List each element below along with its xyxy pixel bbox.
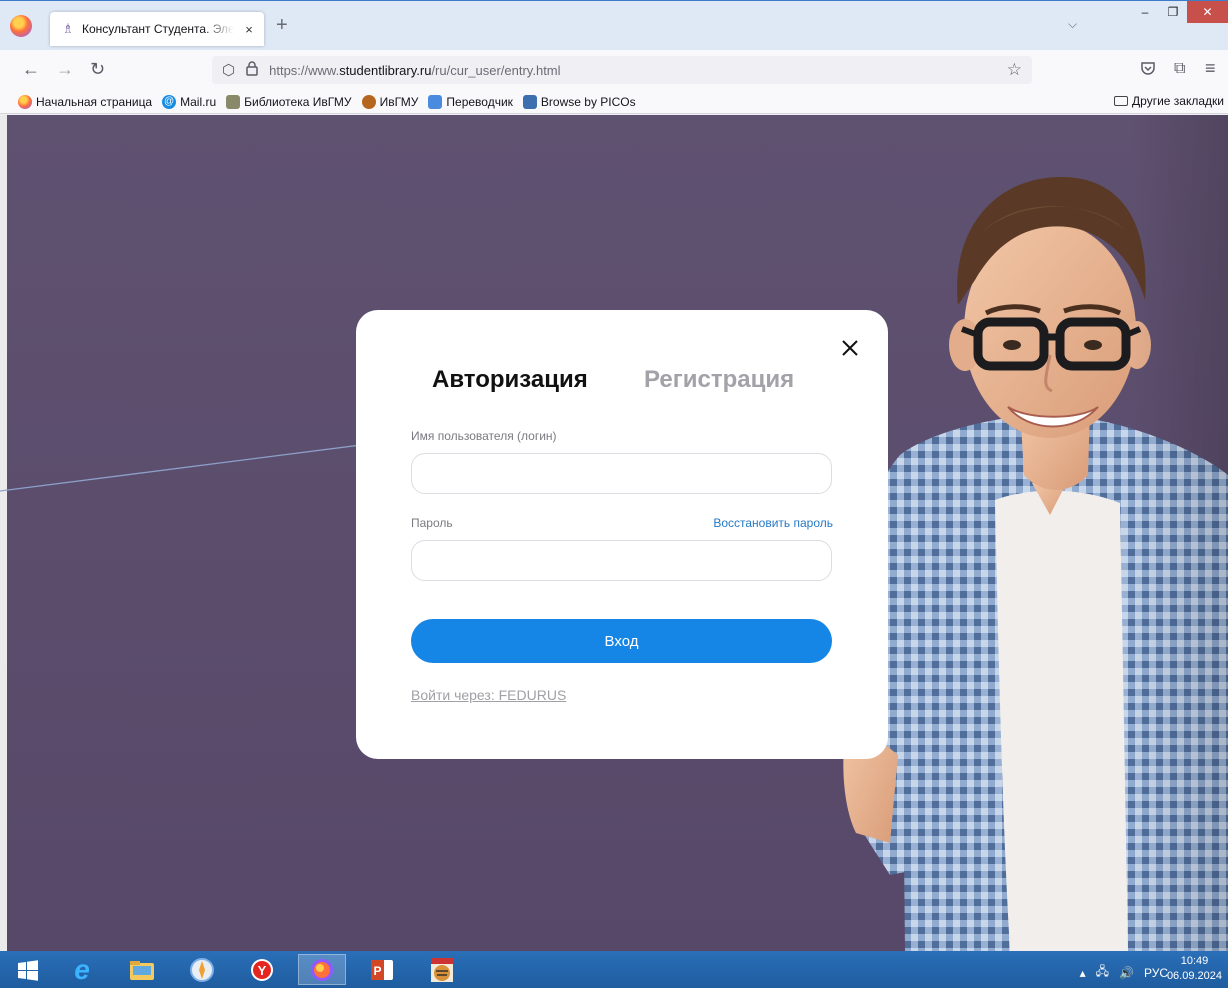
tab-authorization[interactable]: Авторизация (432, 366, 588, 394)
login-input[interactable] (411, 453, 832, 494)
ivgmu-icon (361, 94, 376, 109)
back-arrow-icon[interactable]: ← (22, 59, 40, 79)
site-favicon-icon: ♗ (62, 21, 74, 36)
internet-explorer-icon[interactable]: e (58, 954, 106, 985)
compass-app-icon[interactable] (178, 954, 226, 985)
window-maximize-button[interactable]: ❐ (1160, 1, 1186, 23)
forward-arrow-icon[interactable]: → (56, 59, 74, 79)
reload-icon[interactable]: ↻ (90, 59, 105, 79)
picos-icon (522, 94, 537, 109)
bookmark-translator[interactable]: Переводчик (428, 94, 513, 109)
yandex-browser-icon[interactable]: Y (238, 954, 286, 985)
window-minimize-button[interactable]: – (1131, 1, 1159, 23)
powerpoint-icon[interactable]: P (358, 954, 406, 985)
password-label: Пароль (411, 516, 453, 530)
bookmarks-toolbar: Начальная страница @ Mail.ru Библиотека … (0, 90, 1228, 114)
bookmark-ivgmu[interactable]: ИвГМУ (361, 94, 419, 109)
tab-registration[interactable]: Регистрация (644, 366, 794, 394)
network-icon[interactable]: 🖧 (1096, 962, 1109, 983)
lock-icon[interactable] (245, 61, 259, 79)
bookmark-library-ivgmu[interactable]: Библиотека ИвГМУ (226, 94, 352, 109)
bookmark-browse-by-picos[interactable]: Browse by PICOs (522, 94, 636, 109)
url-scheme: https://www. (269, 62, 340, 78)
file-explorer-icon[interactable] (118, 954, 166, 985)
folder-icon (1114, 96, 1129, 106)
close-icon[interactable] (838, 336, 862, 360)
windows-taskbar: e Y P ▴ 🖧 🔊 РУС 10:49 06.09.2024 (0, 951, 1228, 988)
url-domain: studentlibrary.ru (339, 62, 432, 78)
extensions-puzzle-icon[interactable]: ⧉ (1174, 60, 1185, 78)
bookmark-start-page[interactable]: Начальная страница (18, 94, 153, 109)
list-all-tabs-chevron-icon[interactable]: ⌵ (1068, 17, 1077, 32)
url-path: /ru/cur_user/entry.html (431, 62, 561, 78)
other-bookmarks-label: Другие закладки (1132, 94, 1224, 108)
login-submit-button[interactable]: Вход (411, 619, 832, 663)
svg-text:P: P (373, 964, 381, 978)
bookmark-label: Библиотека ИвГМУ (244, 94, 352, 109)
clock-time: 10:49 (1180, 955, 1209, 967)
app-tiger-icon[interactable] (418, 954, 466, 985)
bookmark-label: ИвГМУ (379, 94, 419, 109)
bookmark-label: Начальная страница (36, 94, 153, 109)
firefox-icon[interactable] (10, 15, 32, 37)
password-input[interactable] (411, 540, 832, 581)
window-close-button[interactable]: ✕ (1187, 1, 1228, 23)
firefox-bookmark-icon (18, 94, 32, 109)
login-modal: Авторизация Регистрация Имя пользователя… (356, 310, 888, 759)
system-clock[interactable]: 10:49 06.09.2024 (1167, 954, 1222, 984)
bookmark-label: Browse by PICOs (540, 94, 636, 109)
svg-text:Y: Y (258, 963, 267, 978)
bookmark-mailru[interactable]: @ Mail.ru (162, 94, 217, 109)
browser-tab-active[interactable]: ♗ Консультант Студента. Электронная библ… (50, 12, 264, 46)
restore-password-link[interactable]: Восстановить пароль (713, 516, 833, 530)
input-language[interactable]: РУС (1144, 966, 1168, 980)
bookmark-label: Mail.ru (180, 94, 217, 109)
hamburger-menu-icon[interactable]: ≡ (1205, 58, 1216, 79)
browser-navbar: ← → ↻ ⬡ https://www.studentlibrary.ru/ru… (0, 50, 1228, 90)
tab-title: Консультант Студента. Электронная библио… (82, 22, 234, 36)
firefox-taskbar-icon[interactable] (298, 954, 346, 985)
page-viewport: Авторизация Регистрация Имя пользователя… (0, 115, 1228, 951)
login-label: Имя пользователя (логин) (411, 429, 557, 443)
pocket-icon[interactable] (1140, 60, 1156, 81)
fedurus-login-link[interactable]: Войти через: FEDURUS (411, 687, 566, 703)
volume-icon[interactable]: 🔊 (1119, 966, 1134, 980)
translator-icon (428, 94, 443, 109)
url-text[interactable]: https://www.studentlibrary.ru/ru/cur_use… (269, 63, 560, 78)
bookmark-label: Переводчик (446, 94, 513, 109)
clock-date: 06.09.2024 (1166, 970, 1222, 982)
browser-titlebar: ♗ Консультант Студента. Электронная библ… (0, 0, 1228, 50)
address-bar[interactable]: ⬡ https://www.studentlibrary.ru/ru/cur_u… (212, 56, 1032, 84)
bookmark-star-icon[interactable]: ☆ (1007, 60, 1022, 80)
new-tab-button[interactable]: + (276, 15, 288, 35)
tray-expand-icon[interactable]: ▴ (1080, 966, 1086, 980)
tab-close-icon[interactable]: × (242, 22, 256, 37)
other-bookmarks-folder[interactable]: Другие закладки (1114, 94, 1224, 108)
start-windows-icon[interactable] (4, 954, 52, 985)
mailru-icon: @ (162, 94, 177, 109)
system-tray: ▴ 🖧 🔊 РУС (1080, 962, 1168, 983)
tracking-shield-icon[interactable]: ⬡ (222, 61, 235, 79)
library-icon (226, 94, 241, 109)
